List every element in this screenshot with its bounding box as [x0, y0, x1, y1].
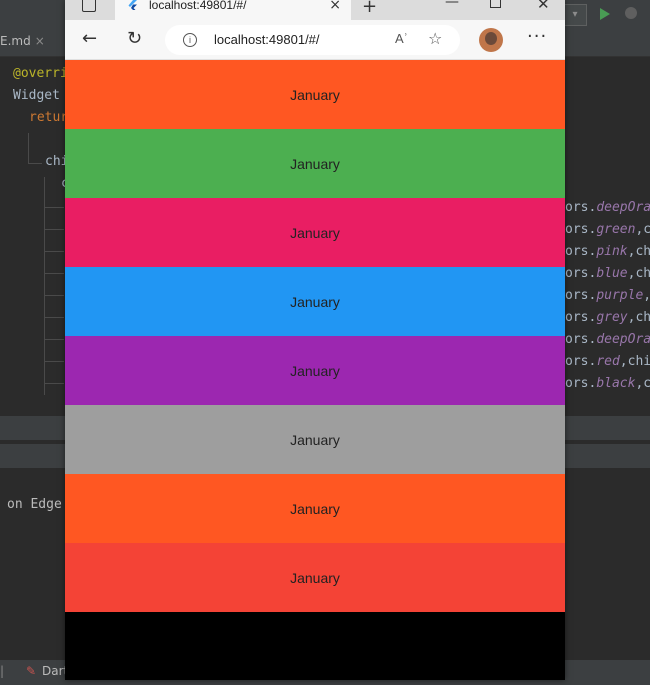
code-line: retur — [29, 110, 69, 125]
month-label: January — [290, 569, 340, 586]
address-bar[interactable]: i localhost:49801/#/ Aʾ ☆ — [165, 25, 460, 55]
close-icon[interactable]: × — [35, 34, 45, 48]
indent-guide — [44, 273, 64, 274]
tab-actions-icon[interactable] — [82, 0, 96, 12]
window-close-icon[interactable]: ✕ — [537, 0, 550, 13]
month-band: January — [65, 60, 565, 129]
run-icon[interactable] — [600, 8, 610, 20]
code-line: Widget — [13, 88, 68, 103]
console-output: on Edge — [7, 497, 62, 512]
settings-menu-button[interactable]: ··· — [527, 28, 547, 46]
indent-guide — [28, 133, 29, 163]
read-aloud-icon[interactable]: Aʾ — [395, 31, 408, 46]
month-band: January — [65, 543, 565, 612]
month-band: January — [65, 405, 565, 474]
code-line: ors.purple, — [565, 288, 650, 303]
code-line: ors.blue,ch — [565, 266, 650, 281]
indent-guide — [44, 361, 64, 362]
code-line: ors.grey,ch — [565, 310, 650, 325]
indent-guide — [44, 251, 64, 252]
code-line: ors.pink,ch — [565, 244, 650, 259]
indent-guide — [44, 229, 64, 230]
editor-tab[interactable]: E.md × — [0, 34, 45, 52]
indent-guide — [28, 163, 42, 164]
add-favorite-icon[interactable]: ☆ — [428, 29, 442, 48]
month-label: January — [290, 293, 340, 310]
indent-guide — [44, 177, 45, 395]
month-label: January — [290, 362, 340, 379]
indent-guide — [44, 295, 64, 296]
indent-guide — [44, 383, 64, 384]
browser-titlebar: localhost:49801/#/ × + — ✕ — [65, 0, 565, 20]
dart-icon: ✎ — [26, 664, 37, 678]
close-tab-icon[interactable]: × — [329, 0, 341, 13]
tab-title: localhost:49801/#/ — [149, 0, 247, 12]
maximize-icon[interactable] — [490, 0, 501, 8]
reload-button[interactable]: ↻ — [127, 29, 142, 49]
browser-toolbar: ← ↻ i localhost:49801/#/ Aʾ ☆ ··· — [65, 20, 565, 60]
code-line: @overri — [13, 66, 68, 81]
indent-guide — [44, 317, 64, 318]
url-text[interactable]: localhost:49801/#/ — [214, 32, 320, 47]
month-band — [65, 612, 565, 680]
code-line: ors.green,c — [565, 222, 650, 237]
month-band: January — [65, 267, 565, 336]
code-line: ors.black,c — [565, 376, 650, 391]
month-band: January — [65, 129, 565, 198]
status-divider: | — [0, 664, 5, 678]
indent-guide — [44, 339, 64, 340]
profile-avatar[interactable] — [479, 28, 503, 52]
browser-tab[interactable]: localhost:49801/#/ × — [115, 0, 351, 20]
code-line: ors.red,chi — [565, 354, 650, 369]
flutter-app-content: January January January January January Janua… — [65, 60, 565, 680]
month-band: January — [65, 336, 565, 405]
month-label: January — [290, 431, 340, 448]
month-label: January — [290, 155, 340, 172]
flutter-icon — [128, 0, 137, 10]
code-line: ors.deepOra — [565, 200, 650, 215]
month-label: January — [290, 500, 340, 517]
debug-icon[interactable] — [625, 7, 637, 19]
month-label: January — [290, 86, 340, 103]
run-config-dropdown[interactable]: ▾ — [563, 4, 587, 26]
month-band: January — [65, 474, 565, 543]
editor-tab-label: E.md — [0, 34, 31, 48]
code-line: ors.deepOra — [565, 332, 650, 347]
back-button[interactable]: ← — [82, 29, 97, 49]
indent-guide — [44, 207, 64, 208]
new-tab-button[interactable]: + — [362, 0, 377, 17]
site-info-icon[interactable]: i — [183, 33, 197, 47]
month-label: January — [290, 224, 340, 241]
browser-window: localhost:49801/#/ × + — ✕ ← ↻ i localho… — [65, 0, 565, 680]
month-band: January — [65, 198, 565, 267]
minimize-icon[interactable]: — — [445, 0, 459, 10]
